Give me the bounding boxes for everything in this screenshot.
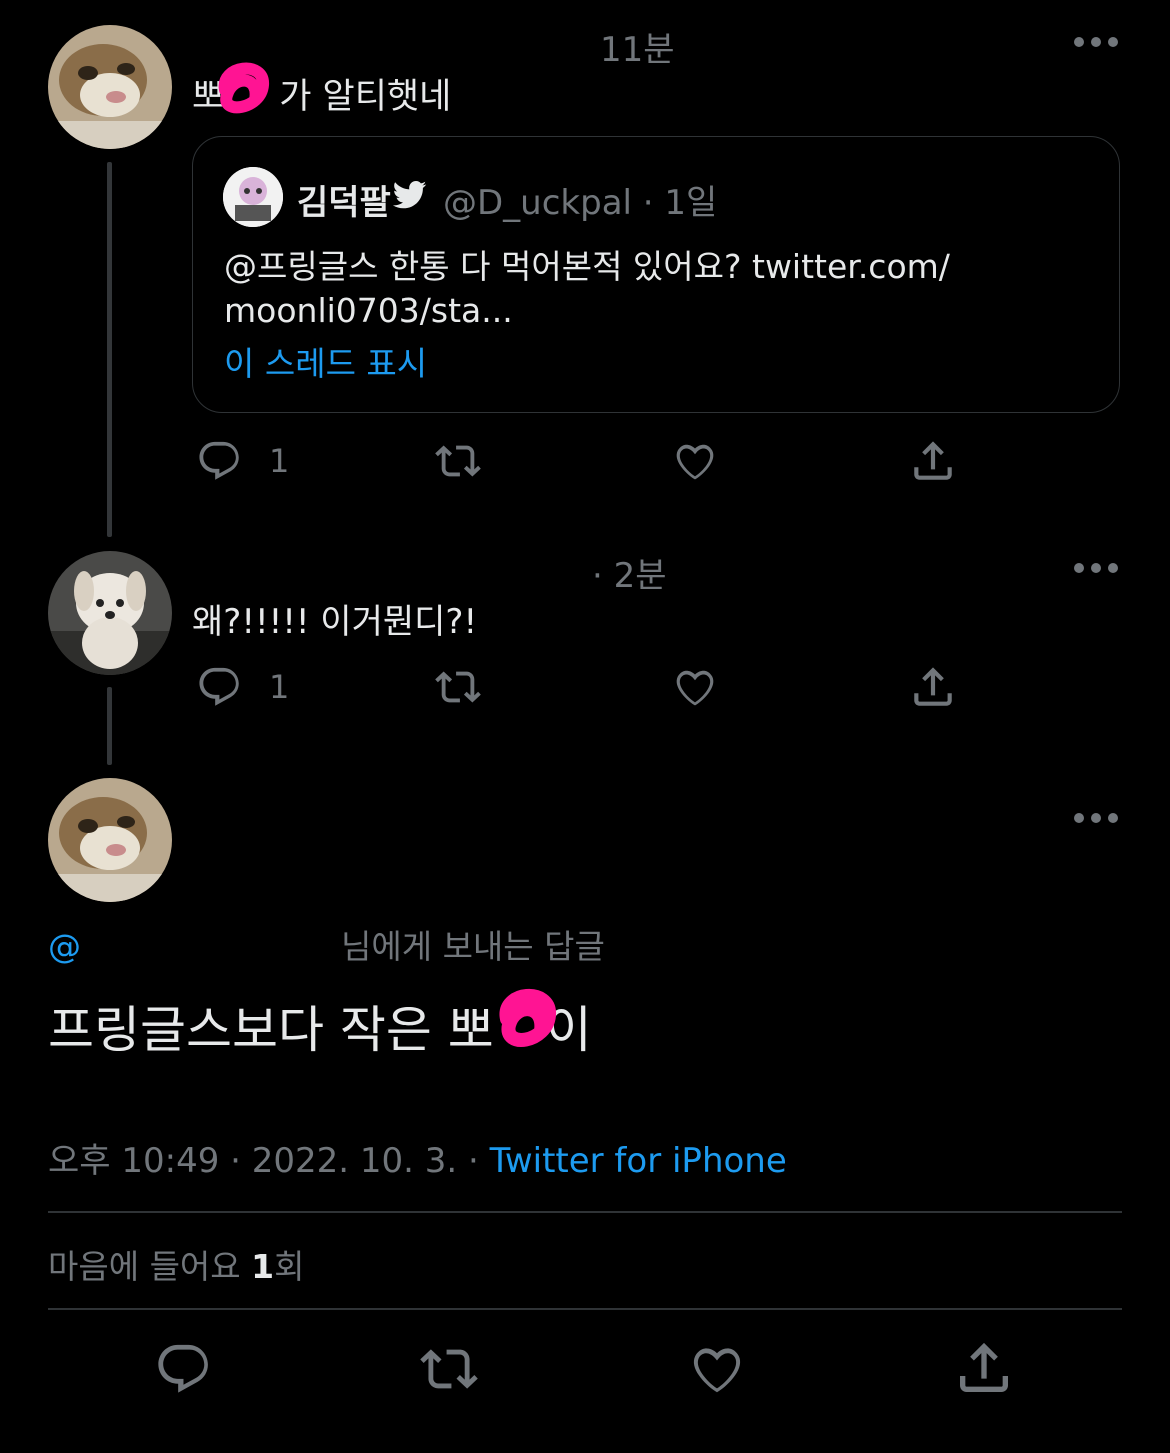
likes-line[interactable]: 마음에 들어요 1회: [48, 1240, 304, 1288]
quoted-display-name[interactable]: 김덕팔: [297, 175, 391, 224]
like-icon: [693, 1348, 741, 1393]
avatar-author[interactable]: [48, 778, 172, 902]
thread-connector: [107, 162, 112, 537]
quoted-handle-time: @D_uckpal · 1일: [443, 183, 718, 223]
more-icon[interactable]: [1074, 563, 1118, 575]
show-thread-link[interactable]: 이 스레드 표시: [224, 337, 427, 385]
divider: [48, 1211, 1122, 1213]
share-icon: [960, 1342, 1008, 1392]
reply-icon: [158, 1344, 208, 1393]
quoted-avatar[interactable]: [223, 167, 283, 227]
more-icon[interactable]: [1074, 813, 1118, 825]
tweet-source-link[interactable]: Twitter for iPhone: [490, 1141, 787, 1181]
quoted-tweet-card[interactable]: 김덕팔 @D_uckpal · 1일 @프링글스 한통 다 먹어본적 있어요? …: [192, 136, 1120, 413]
retweet-button[interactable]: [430, 438, 486, 484]
share-button[interactable]: [952, 1336, 1016, 1400]
likes-label: 마음에 들어요: [48, 1247, 252, 1286]
reply-button[interactable]: 1: [195, 438, 289, 484]
timestamp-line: 오후 10:49 · 2022. 10. 3. · Twitter for iP…: [48, 1133, 787, 1182]
redacted-username: [200, 18, 580, 48]
retweet-button[interactable]: [430, 664, 486, 710]
share-icon: [914, 667, 952, 706]
like-icon: [676, 444, 714, 480]
share-button[interactable]: [908, 436, 958, 486]
like-icon: [676, 670, 714, 706]
retweet-icon: [435, 445, 481, 477]
share-icon: [914, 441, 952, 480]
avatar-user2[interactable]: [48, 551, 172, 675]
share-button[interactable]: [908, 662, 958, 712]
like-button[interactable]: [670, 438, 720, 484]
divider: [48, 1308, 1122, 1310]
reply-to-line: @ 님에게 보내는 답글: [48, 920, 605, 968]
like-button[interactable]: [670, 664, 720, 710]
censor-scribble: [499, 988, 556, 1047]
reply-button[interactable]: [154, 1340, 212, 1398]
reply-count: 1: [269, 668, 290, 706]
retweet-icon: [420, 1349, 478, 1389]
likes-count: 1: [251, 1247, 275, 1286]
reply-button[interactable]: 1: [195, 664, 289, 710]
thread-connector-2: [107, 687, 112, 765]
avatar-user1[interactable]: [48, 25, 172, 149]
main-text-start: 프링글스보다 작은 뽀: [48, 1001, 494, 1059]
tweet-text: 왜?!!!!! 이거뭔디?!: [192, 602, 478, 642]
tweet-timestamp[interactable]: 오후 10:49 · 2022. 10. 3. ·: [48, 1141, 490, 1181]
quoted-text-line2: moonli0703/sta...: [224, 291, 513, 330]
likes-suffix: 회: [274, 1247, 305, 1286]
reply-to-handle[interactable]: @: [48, 927, 81, 966]
more-icon[interactable]: [1074, 37, 1118, 49]
retweet-button[interactable]: [414, 1340, 484, 1398]
reply-to-suffix: 님에게 보내는 답글: [341, 927, 605, 966]
reply-icon: [199, 441, 239, 480]
quoted-text-line1: @프링글스 한통 다 먹어본적 있어요? twitter.com/: [224, 247, 950, 286]
like-button[interactable]: [686, 1340, 748, 1398]
verified-bird-icon: [393, 181, 427, 209]
tweet-text-end: 가 알티햇네: [279, 77, 452, 117]
reply-icon: [199, 667, 239, 706]
retweet-icon: [435, 671, 481, 703]
tweet-time: 11분: [600, 30, 675, 70]
censor-scribble: [218, 62, 269, 114]
reply-count: 1: [269, 442, 290, 480]
tweet-time: · 2분: [592, 556, 667, 596]
